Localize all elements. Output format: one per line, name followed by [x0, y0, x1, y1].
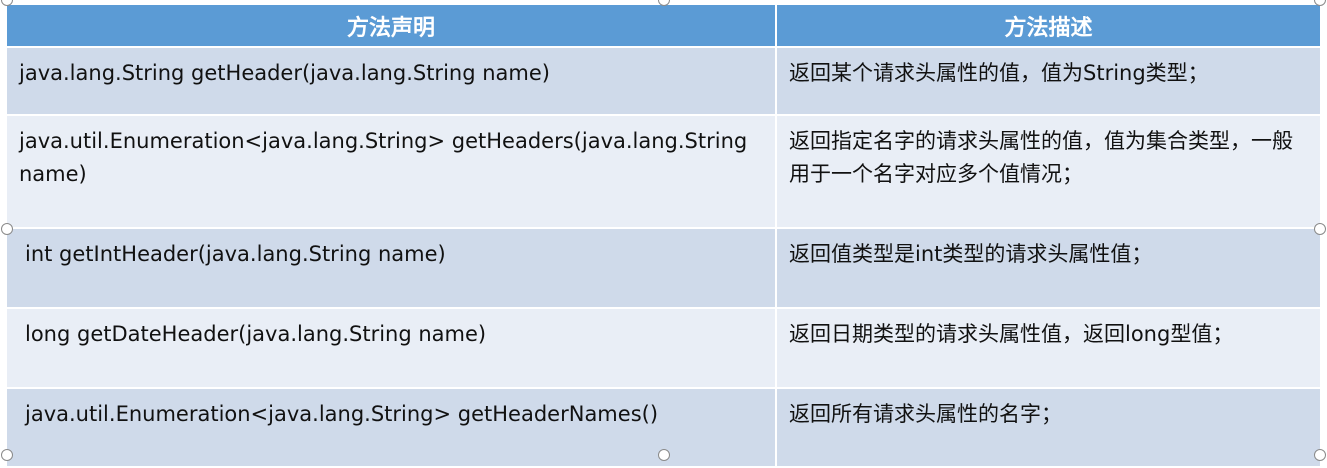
method-declaration: long getDateHeader(java.lang.String name… — [7, 308, 777, 389]
method-declaration: int getIntHeader(java.lang.String name) — [7, 228, 777, 309]
table-row: java.lang.String getHeader(java.lang.Str… — [7, 47, 1320, 116]
method-description: 返回某个请求头属性的值，值为String类型； — [776, 47, 1320, 116]
method-declaration: java.util.Enumeration<java.lang.String> … — [7, 115, 777, 229]
resize-handle-middle-right[interactable] — [1314, 223, 1326, 235]
methods-table: 方法声明 方法描述 java.lang.String getHeader(jav… — [7, 5, 1320, 468]
method-declaration: java.lang.String getHeader(java.lang.Str… — [7, 47, 777, 116]
method-description: 返回所有请求头属性的名字； — [776, 388, 1320, 468]
table-row: java.util.Enumeration<java.lang.String> … — [7, 115, 1320, 229]
resize-handle-bottom-right[interactable] — [1314, 449, 1326, 461]
resize-handle-middle-left[interactable] — [1, 223, 13, 235]
column-header-description: 方法描述 — [776, 5, 1320, 48]
method-description: 返回日期类型的请求头属性值，返回long型值； — [776, 308, 1320, 389]
methods-table-frame: 方法声明 方法描述 java.lang.String getHeader(jav… — [7, 5, 1320, 468]
table-row: int getIntHeader(java.lang.String name) … — [7, 228, 1320, 309]
table-row: long getDateHeader(java.lang.String name… — [7, 308, 1320, 389]
method-description: 返回指定名字的请求头属性的值，值为集合类型，一般用于一个名字对应多个值情况； — [776, 115, 1320, 229]
resize-handle-bottom-center[interactable] — [658, 449, 670, 461]
table-header-row: 方法声明 方法描述 — [7, 5, 1320, 48]
resize-handle-bottom-left[interactable] — [1, 449, 13, 461]
method-description: 返回值类型是int类型的请求头属性值； — [776, 228, 1320, 309]
column-header-declaration: 方法声明 — [7, 5, 777, 48]
